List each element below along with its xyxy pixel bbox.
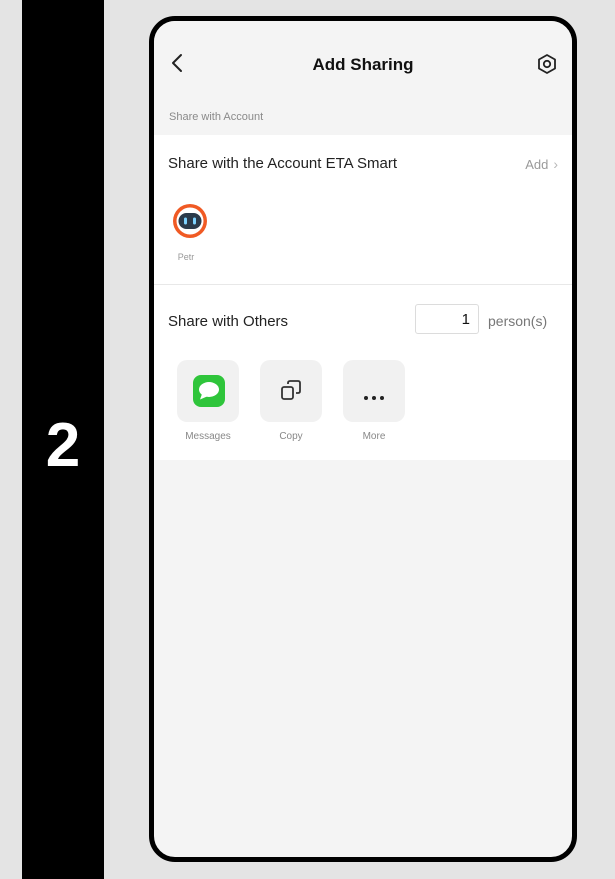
- phone-frame: Add Sharing Share with Account Share wit…: [149, 16, 577, 862]
- share-with-others-card: Share with Others person(s) Messages: [154, 285, 572, 460]
- messages-icon: [193, 375, 225, 407]
- add-label: Add: [525, 157, 549, 172]
- copy-button[interactable]: [260, 360, 322, 422]
- share-option-label: More: [362, 431, 386, 442]
- more-icon: [362, 388, 386, 406]
- nav-bar: Add Sharing: [154, 21, 572, 105]
- section-label-share-with-account: Share with Account: [169, 111, 264, 123]
- page-title: Add Sharing: [312, 55, 414, 74]
- share-with-account-card: Share with the Account ETA Smart Add › Pe…: [154, 135, 572, 284]
- share-option-label: Copy: [279, 431, 303, 442]
- messages-button[interactable]: [177, 360, 239, 422]
- share-option-more[interactable]: More: [343, 360, 405, 442]
- robot-avatar-icon[interactable]: [170, 201, 210, 241]
- step-number: 2: [45, 411, 81, 480]
- settings-icon[interactable]: [536, 53, 558, 75]
- copy-icon: [279, 378, 303, 407]
- chevron-right-icon: ›: [553, 156, 558, 172]
- more-button[interactable]: [343, 360, 405, 422]
- person-count-input[interactable]: [415, 304, 479, 334]
- add-account-button[interactable]: Add ›: [525, 156, 558, 172]
- share-option-label: Messages: [185, 431, 231, 442]
- share-with-others-title: Share with Others: [168, 313, 289, 330]
- share-option-messages[interactable]: Messages: [177, 360, 239, 442]
- shared-user-name: Petr: [177, 252, 195, 262]
- share-with-account-title: Share with the Account ETA Smart: [168, 155, 397, 172]
- person-count-unit: person(s): [488, 313, 548, 329]
- share-option-copy[interactable]: Copy: [260, 360, 322, 442]
